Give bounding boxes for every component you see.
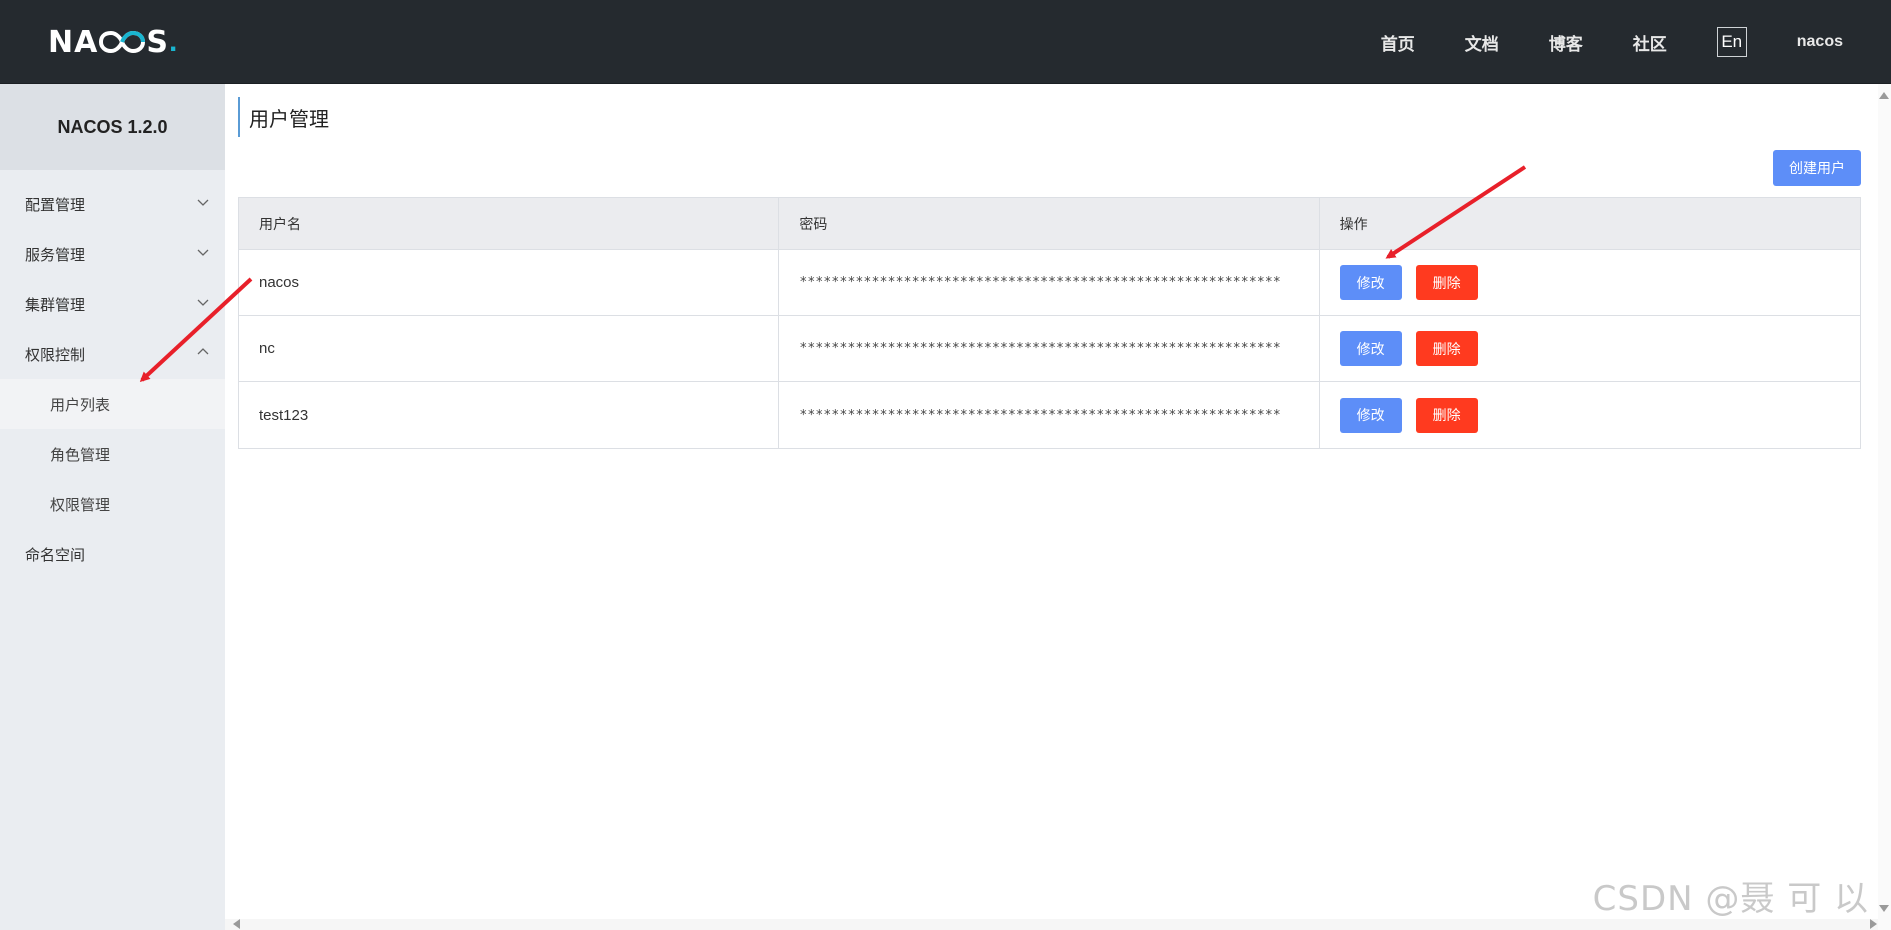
user-table: 用户名 密码 操作 nacos ************************… xyxy=(238,197,1861,449)
scroll-right-arrow-icon[interactable] xyxy=(1870,919,1877,929)
logo-text-start: NA xyxy=(48,24,99,60)
delete-button[interactable]: 删除 xyxy=(1415,397,1478,433)
cell-password: ****************************************… xyxy=(779,382,1320,448)
column-header-username: 用户名 xyxy=(239,198,780,249)
column-header-password: 密码 xyxy=(779,198,1320,249)
sidebar-item-namespace[interactable]: 命名空间 xyxy=(0,529,225,579)
top-nav: 首页 文档 博客 社区 En nacos xyxy=(1331,22,1843,62)
sidebar-subitem-role-management[interactable]: 角色管理 xyxy=(0,429,225,479)
delete-button[interactable]: 删除 xyxy=(1415,265,1478,300)
delete-button[interactable]: 删除 xyxy=(1415,331,1478,366)
sidebar-item-config[interactable]: 配置管理 xyxy=(0,179,225,229)
sidebar-item-label: 服务管理 xyxy=(25,246,86,264)
edit-button[interactable]: 修改 xyxy=(1339,265,1402,300)
table-header: 用户名 密码 操作 xyxy=(239,198,1860,250)
sidebar-item-cluster[interactable]: 集群管理 xyxy=(0,279,225,329)
top-header: NA S . 首页 文档 博客 社区 En nacos xyxy=(0,0,1891,84)
page-title: 用户管理 xyxy=(238,97,329,137)
table-row: nc *************************************… xyxy=(239,316,1860,382)
sidebar-item-authority[interactable]: 权限控制 xyxy=(0,329,225,379)
table-row: nacos **********************************… xyxy=(239,250,1860,316)
logo-text-end: S xyxy=(146,24,169,60)
chevron-down-icon xyxy=(197,199,209,206)
cell-username: test123 xyxy=(239,382,780,448)
edit-button[interactable]: 修改 xyxy=(1339,331,1402,366)
cell-actions: 修改 删除 xyxy=(1320,316,1860,381)
chevron-down-icon xyxy=(197,249,209,256)
nav-home[interactable]: 首页 xyxy=(1381,30,1415,55)
sidebar-item-label: 命名空间 xyxy=(25,546,86,564)
logo-infinity-icon xyxy=(99,30,146,54)
column-header-actions: 操作 xyxy=(1339,215,1368,232)
main-content: 用户管理 创建用户 用户名 密码 操作 nacos **************… xyxy=(225,84,1878,919)
chevron-down-icon xyxy=(197,299,209,306)
cell-username: nc xyxy=(239,316,780,381)
sidebar-item-label: 配置管理 xyxy=(25,196,86,214)
cell-actions: 修改 删除 xyxy=(1320,382,1860,448)
nacos-logo[interactable]: NA S . xyxy=(48,24,177,60)
sidebar-title: NACOS 1.2.0 xyxy=(0,84,225,170)
current-user[interactable]: nacos xyxy=(1797,33,1843,51)
sidebar-menu: 配置管理 服务管理 集群管理 权限控制 用户列表 角色管理 权限管理 命名空间 xyxy=(0,170,225,579)
edit-button[interactable]: 修改 xyxy=(1339,397,1402,433)
horizontal-scrollbar[interactable] xyxy=(225,919,1878,930)
cell-password: ****************************************… xyxy=(779,316,1320,381)
nav-community[interactable]: 社区 xyxy=(1633,30,1667,55)
cell-actions: 修改 删除 xyxy=(1320,250,1860,315)
sidebar-subitem-user-list[interactable]: 用户列表 xyxy=(0,379,225,429)
sidebar-item-service[interactable]: 服务管理 xyxy=(0,229,225,279)
cell-username: nacos xyxy=(239,250,780,315)
sidebar-item-label: 权限控制 xyxy=(25,346,86,364)
scroll-left-arrow-icon[interactable] xyxy=(233,919,240,929)
scroll-down-arrow-icon[interactable] xyxy=(1879,905,1889,912)
vertical-scrollbar[interactable] xyxy=(1878,84,1891,930)
scroll-up-arrow-icon[interactable] xyxy=(1879,92,1889,99)
nav-docs[interactable]: 文档 xyxy=(1465,30,1499,55)
language-toggle-button[interactable]: En xyxy=(1716,27,1747,57)
table-row: test123 ********************************… xyxy=(239,382,1860,448)
sidebar-subitem-permission-management[interactable]: 权限管理 xyxy=(0,479,225,529)
logo-dot: . xyxy=(168,25,178,58)
sidebar: NACOS 1.2.0 配置管理 服务管理 集群管理 权限控制 用户列表 角色管… xyxy=(0,84,225,930)
watermark: CSDN @聂 可 以 xyxy=(1592,879,1869,919)
cell-password: ****************************************… xyxy=(779,250,1320,315)
chevron-up-icon xyxy=(197,348,209,355)
sidebar-item-label: 集群管理 xyxy=(25,296,86,314)
create-user-button[interactable]: 创建用户 xyxy=(1773,150,1861,186)
nav-blog[interactable]: 博客 xyxy=(1549,30,1583,55)
